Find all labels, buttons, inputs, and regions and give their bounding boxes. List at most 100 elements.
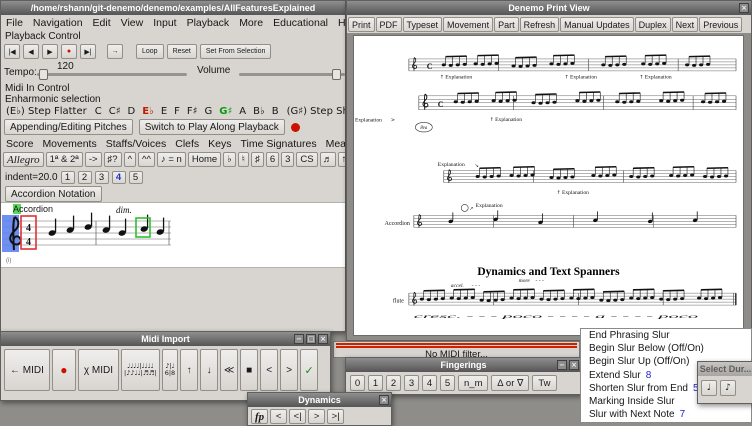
close-icon[interactable]: ×	[739, 3, 749, 13]
note-equals-button[interactable]: ♪ = n	[157, 152, 186, 167]
pitch-f-sharp[interactable]: F♯	[186, 106, 199, 117]
step-sharper-button[interactable]: (G♯) Step Sharper	[285, 106, 345, 117]
first-second-time-button[interactable]: 1ª & 2ª	[46, 152, 83, 167]
menu-clefs[interactable]: Clefs	[175, 138, 199, 151]
indent-2-button[interactable]: 2	[78, 171, 92, 184]
duplex-button[interactable]: Duplex	[635, 17, 671, 32]
menu-item-end-phrasing-slur[interactable]: End Phrasing Slur	[581, 329, 751, 342]
close-icon[interactable]: ×	[318, 334, 328, 344]
pitch-c[interactable]: C	[94, 106, 103, 117]
accept-button[interactable]: ✓	[300, 349, 318, 391]
menu-help[interactable]: Help	[338, 17, 345, 30]
select-duration-titlebar[interactable]: Select Dur...	[698, 362, 752, 376]
accordion-notation-button[interactable]: Accordion Notation	[5, 186, 102, 202]
transport-to-start-button[interactable]: |◀	[4, 44, 20, 59]
eighth-note-button[interactable]: ♪	[720, 380, 736, 396]
six-button[interactable]: 6	[266, 152, 279, 167]
pitch-g-sharp[interactable]: G♯	[218, 106, 233, 117]
menu-keys[interactable]: Keys	[208, 138, 231, 151]
menu-movements[interactable]: Movements	[42, 138, 96, 151]
duration-grid-button[interactable]: ♩♩♩♩|♩♩♩♩ |♪♪♩♩|♬♬|	[121, 349, 160, 391]
caret-button[interactable]: ^	[124, 152, 136, 167]
up-arrow-button[interactable]: ↑	[338, 152, 345, 167]
next-button[interactable]: Next	[672, 17, 699, 32]
quarter-note-button[interactable]: ♩	[701, 380, 717, 396]
menu-more[interactable]: More	[239, 17, 263, 30]
triplet-button[interactable]: 3	[281, 152, 294, 167]
finger-0-button[interactable]: 0	[350, 375, 365, 391]
menu-measures[interactable]: Measures	[326, 138, 345, 151]
natural-button[interactable]: ♮	[238, 152, 249, 167]
fp-button[interactable]: fp	[251, 409, 268, 424]
transport-rewind-button[interactable]: ◀	[23, 44, 39, 59]
transport-record-button[interactable]: ●	[61, 44, 77, 59]
minimize-icon[interactable]: −	[294, 334, 304, 344]
tempo-slider[interactable]	[37, 73, 187, 76]
close-icon[interactable]: ×	[379, 395, 389, 405]
cresc-start-button[interactable]: <	[270, 409, 287, 424]
pitch-f[interactable]: F	[173, 106, 181, 117]
set-from-selection-button[interactable]: Set From Selection	[200, 44, 272, 59]
tempo-slider-handle[interactable]	[39, 69, 48, 80]
indent-4-button[interactable]: 4	[112, 171, 126, 184]
menu-navigation[interactable]: Navigation	[33, 17, 83, 30]
pitch-d[interactable]: D	[127, 106, 137, 117]
finger-1-button[interactable]: 1	[368, 375, 383, 391]
menu-time-signatures[interactable]: Time Signatures	[241, 138, 317, 151]
transport-to-end-button[interactable]: ▶|	[80, 44, 96, 59]
staff-name-label[interactable]: Accordion	[13, 204, 55, 214]
next-note-button[interactable]: >	[280, 349, 298, 391]
finger-5-button[interactable]: 5	[440, 375, 455, 391]
part-button[interactable]: Part	[494, 17, 519, 32]
menu-playback[interactable]: Playback	[187, 17, 230, 30]
pitch-b-flat[interactable]: B♭	[252, 106, 266, 117]
pitch-e[interactable]: E	[160, 106, 168, 117]
pitch-a[interactable]: A	[238, 106, 247, 117]
n-m-button[interactable]: n_m	[458, 375, 488, 391]
finger-2-button[interactable]: 2	[386, 375, 401, 391]
typeset-button[interactable]: Typeset	[403, 17, 443, 32]
stop-button[interactable]: ■	[240, 349, 258, 391]
close-icon[interactable]: ×	[569, 360, 579, 370]
pitch-up-button[interactable]: ↑	[180, 349, 198, 391]
menu-file[interactable]: File	[6, 17, 23, 30]
clef-selection-highlight[interactable]	[2, 215, 19, 252]
loop-button[interactable]: Loop	[136, 44, 164, 59]
transport-advance-button[interactable]: →	[107, 44, 123, 59]
midi-record-button[interactable]: ●	[52, 349, 76, 391]
cs-button[interactable]: CS	[296, 152, 317, 167]
dynamics-titlebar[interactable]: Dynamics ×	[248, 393, 391, 407]
beamed-notes-button[interactable]: ♬	[320, 152, 336, 167]
tempo-snippet-button[interactable]: Allegro	[3, 152, 44, 167]
menu-staffs-voices[interactable]: Staffs/Voices	[106, 138, 167, 151]
minimize-icon[interactable]: −	[557, 360, 567, 370]
sharp-button[interactable]: ♯	[251, 152, 264, 167]
manual-updates-button[interactable]: Manual Updates	[560, 17, 634, 32]
score-page[interactable]: C ↑ Explanation ↑ Explanation ↑ Explanat…	[353, 35, 744, 336]
print-view-titlebar[interactable]: Denemo Print View ×	[347, 1, 751, 15]
sharp-query-button[interactable]: ♯?	[104, 152, 122, 167]
finger-3-button[interactable]: 3	[404, 375, 419, 391]
score-edit-area[interactable]: Accordion	[1, 202, 345, 268]
pitch-g[interactable]: G	[204, 106, 214, 117]
home-button[interactable]: Home	[188, 152, 221, 167]
cresc-end-button[interactable]: <|	[289, 409, 306, 424]
menu-input[interactable]: Input	[153, 17, 176, 30]
reset-button[interactable]: Reset	[167, 44, 197, 59]
indent-5-button[interactable]: 5	[129, 171, 143, 184]
pitch-b[interactable]: B	[271, 106, 280, 117]
step-flatter-button[interactable]: (E♭) Step Flatter	[4, 106, 89, 117]
midi-convert-button[interactable]: χ MIDI	[78, 349, 119, 391]
menu-educational[interactable]: Educational	[273, 17, 328, 30]
maximize-icon[interactable]: □	[306, 334, 316, 344]
pitch-down-button[interactable]: ↓	[200, 349, 218, 391]
arrow-snippet-button[interactable]: ->	[85, 152, 102, 167]
refresh-button[interactable]: Refresh	[520, 17, 560, 32]
pitch-e-flat[interactable]: E♭	[141, 106, 155, 117]
previous-button[interactable]: Previous	[699, 17, 742, 32]
menu-edit[interactable]: Edit	[93, 17, 111, 30]
delta-nabla-button[interactable]: ∆ or ∇	[491, 375, 529, 391]
pdf-button[interactable]: PDF	[376, 17, 402, 32]
midi-import-titlebar[interactable]: Midi Import − □ ×	[1, 332, 330, 346]
dim-start-button[interactable]: >	[308, 409, 325, 424]
